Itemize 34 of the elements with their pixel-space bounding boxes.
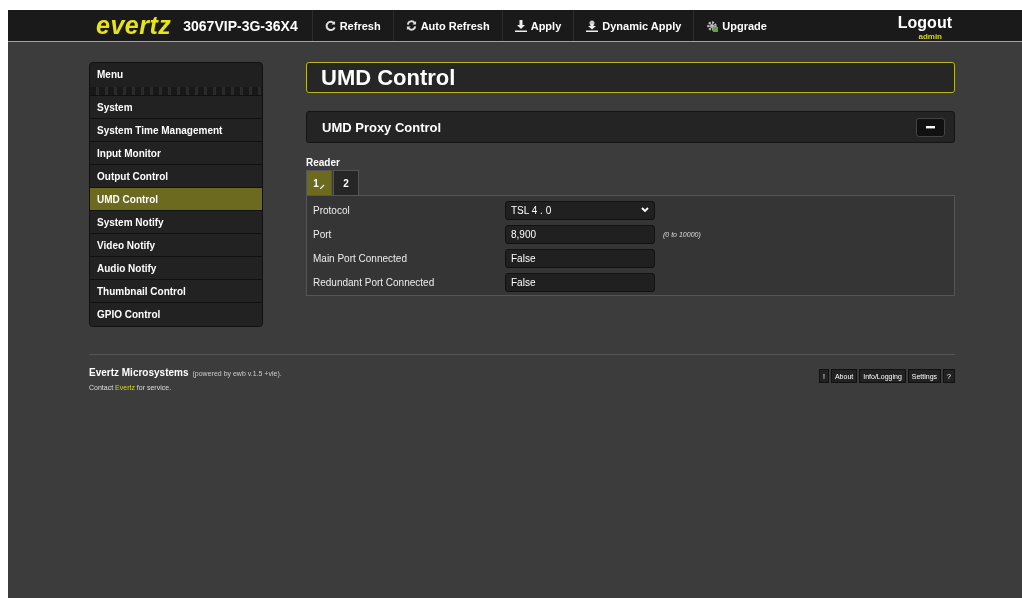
field-label: Protocol — [313, 204, 351, 216]
pencil-icon — [319, 184, 325, 189]
refresh-icon — [405, 20, 417, 31]
section-title: UMD Proxy Control — [322, 119, 442, 135]
gear-icon — [706, 19, 719, 32]
readonly-field: False — [505, 248, 655, 268]
menu-item[interactable]: UMD Control — [90, 188, 262, 211]
readonly-field: False — [505, 272, 655, 292]
toolbar-button[interactable]: Apply — [501, 10, 574, 41]
field-label: Redundant Port Connected — [313, 276, 436, 288]
reader-tab[interactable]: 2 — [333, 170, 359, 195]
page-title: UMD Control — [306, 62, 955, 93]
toolbar-button[interactable]: Refresh — [311, 10, 393, 41]
protocol-dropdown[interactable]: TSL 4 . 0 — [505, 200, 655, 220]
refresh-icon — [324, 20, 336, 31]
logo[interactable]: evertz — [96, 13, 172, 38]
menu-title: Menu — [96, 68, 125, 82]
user-name: admin — [918, 32, 942, 41]
device-name: 3067VIP-3G-36X4 — [183, 17, 299, 34]
toolbar-button[interactable]: Auto Refresh — [392, 10, 502, 41]
download-icon — [586, 19, 599, 32]
reader-tab[interactable]: 1 — [306, 170, 332, 195]
company-name: Evertz Microsystems — [89, 367, 189, 378]
minus-icon — [926, 125, 935, 129]
download-icon — [514, 19, 527, 32]
collapse-button[interactable] — [916, 117, 945, 137]
chevron-icon — [641, 207, 649, 213]
group-label: Reader — [306, 157, 341, 168]
toolbar-button[interactable]: Dynamic Apply — [573, 10, 694, 41]
input-field[interactable]: 8,900 — [505, 224, 655, 244]
field-label: Port — [313, 228, 333, 240]
toolbar-button[interactable]: Upgrade — [693, 10, 779, 41]
field-label: Main Port Connected — [313, 252, 408, 264]
logout-button[interactable]: Logout — [897, 13, 952, 32]
